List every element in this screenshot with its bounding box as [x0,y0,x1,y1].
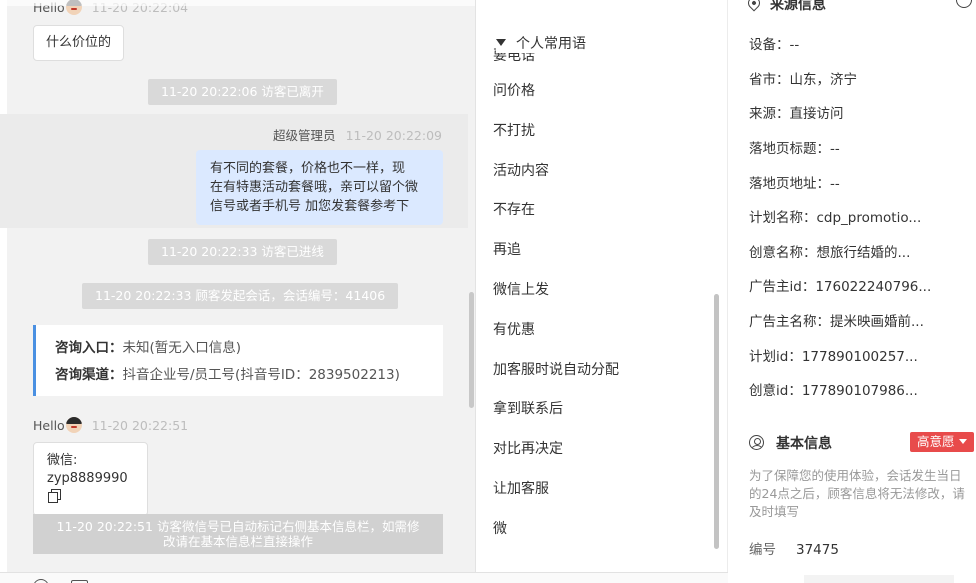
entry-value: 未知(暂无入口信息) [122,340,242,356]
phrase-item[interactable]: 加客服时说自动分配 [493,359,619,399]
basic-info-header: 基本信息 [749,433,832,453]
location-pin-icon [745,0,763,12]
chat-scrollbar[interactable] [469,292,474,408]
channel-value: 抖音企业号/员工号(抖音号ID：2839502213) [122,367,400,383]
settings-icon[interactable] [956,0,972,8]
phrase-item[interactable]: 对比再决定 [493,438,619,478]
copy-icon[interactable] [48,489,61,503]
reply-line: 在有特惠活动套餐哦，亲可以留个微 [210,180,419,195]
phrase-item[interactable]: 微 [493,518,619,558]
phrase-item[interactable]: 不打扰 [493,120,619,160]
phrase-item[interactable]: 问价格 [493,80,619,120]
entry-row: 咨询入口：未知(暂无入口信息) [55,335,443,362]
reply-line: 信号或者手机号 加您发套餐参考下 [210,199,410,214]
phrase-item[interactable]: 活动内容 [493,160,619,200]
source-row: 落地页标题：-- [749,141,840,157]
source-row: 创意名称：想旅行结婚的... [749,245,911,261]
edit-deadline-notice: 为了保障您的使用体验，会话发生当日的24点之后，顾客信息将无法修改，请及时填写 [749,468,965,519]
chat-top-fade [7,0,475,6]
phrases-group-header[interactable]: 个人常用语 [496,33,716,53]
system-message-left: 11-20 20:22:06 访客已离开 [148,79,337,105]
visitor-meta: Hello 11-20 20:22:51 [33,417,188,433]
message-time: 11-20 20:22:09 [345,128,442,143]
phrases-group-title: 个人常用语 [516,36,586,52]
chat-panel[interactable]: Hello 11-20 20:22:04 什么价位的 11-20 20:22:06… [0,0,476,572]
system-message-session: 11-20 20:22:33 顾客发起会话，会话编号：41406 [82,283,399,309]
source-row: 创意id：177890107986... [749,383,918,399]
source-row: 省市：山东，济宁 [749,72,857,88]
visitor-avatar [65,417,82,433]
wechat-value[interactable]: zyp8889990 [47,471,128,486]
basic-info-title: 基本信息 [776,436,832,452]
reply-line: 有不同的套餐，价格也不一样，现 [210,161,406,176]
phrase-item[interactable]: 让加客服 [493,478,619,518]
chat-input-toolbar [0,572,728,583]
phrase-item[interactable]: 拿到联系后 [493,398,619,438]
system-message-enter: 11-20 20:22:33 访客已进线 [148,239,337,265]
source-row: 设备：-- [749,37,800,53]
entry-info-card: 咨询入口：未知(暂无入口信息) 咨询渠道：抖音企业号/员工号(抖音号ID：283… [33,325,443,396]
channel-row: 咨询渠道：抖音企业号/员工号(抖音号ID：2839502213) [55,362,443,389]
caret-down-icon [496,39,506,46]
admin-name: 超级管理员 [273,128,336,143]
system-message-auto-mark: 11-20 20:22:51 访客微信号已自动标记右侧基本信息栏，如需修 改请在… [33,514,443,554]
source-row: 广告主id：176022240796... [749,279,932,295]
phrase-item[interactable]: 有优惠 [493,319,619,359]
phrase-item[interactable]: 微信上发 [493,279,619,319]
wechat-label: 微信: [47,453,78,468]
customer-id-label: 编号 [749,542,776,558]
auto-mark-line: 11-20 20:22:51 访客微信号已自动标记右侧基本信息栏，如需修 [56,519,420,534]
agent-reply-message: 有不同的套餐，价格也不一样，现 在有特惠活动套餐哦，亲可以留个微 信号或者手机号… [196,150,443,225]
customer-info-panel: 来源信息 设备：-- 省市：山东，济宁 来源：直接访问 落地页标题：-- 落地页… [728,0,976,583]
user-icon [749,435,764,450]
auto-mark-line: 改请在基本信息栏直接操作 [162,534,313,549]
chat-left-strip [0,0,7,572]
visitor-name: Hello [33,418,65,433]
intent-level-dropdown[interactable]: 高意愿 [910,432,974,452]
source-row: 广告主名称：提米映画婚前... [749,314,924,330]
source-info-title: 来源信息 [770,0,826,13]
phrase-item[interactable]: 不存在 [493,199,619,239]
phrase-list: 问价格 不打扰 活动内容 不存在 再追 微信上发 有优惠 加客服时说自动分配 拿… [493,80,619,558]
source-row: 落地页地址：-- [749,176,840,192]
source-info-header: 来源信息 [745,0,826,14]
message-time: 11-20 20:22:51 [91,418,189,433]
customer-id-row: 编号 37475 [749,538,839,558]
channel-label: 咨询渠道： [55,367,123,383]
phrase-item[interactable]: 再追 [493,239,619,279]
visitor-message: 什么价位的 [33,25,125,61]
intent-level-value: 高意愿 [917,434,955,449]
next-field-input[interactable] [804,575,954,583]
admin-meta: 超级管理员 11-20 20:22:09 [273,125,442,144]
wechat-value-row: zyp8889990 [47,470,134,506]
caret-down-icon [958,439,967,444]
phrases-panel: 要电话 个人常用语 问价格 不打扰 活动内容 不存在 再追 微信上发 有优惠 加… [476,0,728,572]
source-row: 计划id：177890100257... [749,349,918,365]
phrases-scrollbar[interactable] [714,294,719,549]
customer-id-value: 37475 [796,542,839,558]
emoji-icon[interactable] [33,579,49,583]
source-row: 计划名称：cdp_promotio... [749,210,922,226]
wechat-message: 微信: zyp8889990 [33,442,148,516]
source-row: 来源：直接访问 [749,106,844,122]
entry-label: 咨询入口： [55,340,123,356]
